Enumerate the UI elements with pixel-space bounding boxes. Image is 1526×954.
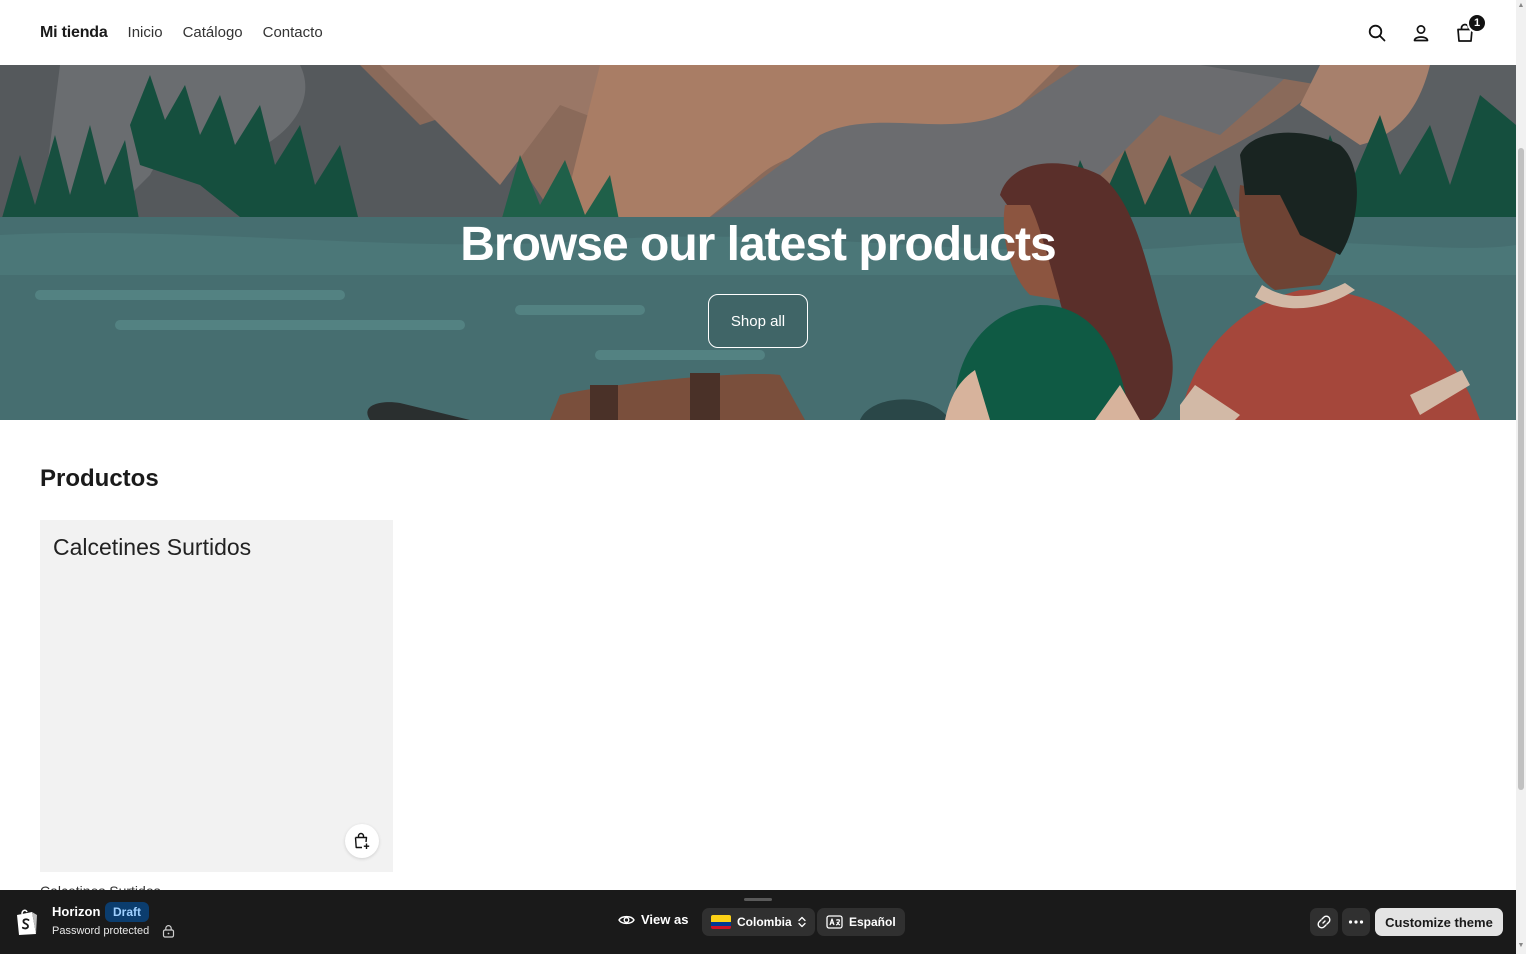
lock-icon — [162, 925, 175, 938]
scroll-down-icon[interactable]: ▼ — [1517, 942, 1525, 950]
view-as-text: View as — [641, 912, 689, 927]
bag-plus-icon — [354, 832, 370, 849]
country-selector[interactable]: Colombia — [702, 908, 815, 936]
colombia-flag-icon — [711, 915, 731, 929]
country-label: Colombia — [737, 915, 792, 929]
link-icon — [1317, 915, 1331, 929]
ellipsis-icon — [1348, 920, 1364, 924]
chevron-up-down-icon — [798, 916, 806, 928]
shop-all-button[interactable]: Shop all — [708, 294, 808, 348]
customize-theme-button[interactable]: Customize theme — [1375, 908, 1503, 936]
nav-link-inicio[interactable]: Inicio — [128, 24, 163, 41]
drag-handle[interactable] — [744, 898, 772, 901]
cart-count-badge: 1 — [1467, 12, 1487, 33]
nav-link-contacto[interactable]: Contacto — [263, 24, 323, 41]
share-link-button[interactable] — [1310, 908, 1338, 936]
more-options-button[interactable] — [1342, 908, 1370, 936]
product-card[interactable]: Calcetines Surtidos — [40, 520, 393, 872]
product-card-title: Calcetines Surtidos — [53, 534, 252, 560]
eye-icon — [618, 915, 635, 924]
view-as-label: View as — [618, 912, 688, 927]
account-icon[interactable] — [1410, 22, 1432, 44]
scroll-thumb[interactable] — [1518, 148, 1524, 790]
status-badge: Draft — [105, 902, 150, 922]
products-section-title: Productos — [40, 465, 159, 492]
quick-add-button[interactable] — [345, 824, 379, 858]
site-header: Mi tienda Inicio Catálogo Contacto 1 — [0, 0, 1516, 65]
password-status: Password protected — [52, 925, 150, 937]
main-nav: Inicio Catálogo Contacto — [128, 24, 323, 41]
nav-link-catalogo[interactable]: Catálogo — [183, 24, 243, 41]
hero-banner: Browse our latest products Shop all — [0, 65, 1516, 420]
page-scrollbar[interactable]: ▲ ▼ — [1516, 0, 1526, 954]
translate-icon — [826, 915, 843, 929]
cart-icon[interactable]: 1 — [1454, 12, 1487, 44]
shopify-bag-icon — [17, 909, 37, 935]
store-logo[interactable]: Mi tienda — [40, 24, 108, 42]
hero-title: Browse our latest products — [460, 218, 1056, 271]
theme-preview-bar: Horizon Draft Password protected View as… — [0, 890, 1516, 954]
header-actions: 1 — [1366, 0, 1487, 65]
language-label: Español — [849, 915, 896, 929]
language-selector[interactable]: Español — [817, 908, 905, 936]
theme-name: Horizon — [52, 904, 101, 919]
scroll-up-icon[interactable]: ▲ — [1517, 2, 1525, 10]
search-icon[interactable] — [1366, 22, 1388, 44]
